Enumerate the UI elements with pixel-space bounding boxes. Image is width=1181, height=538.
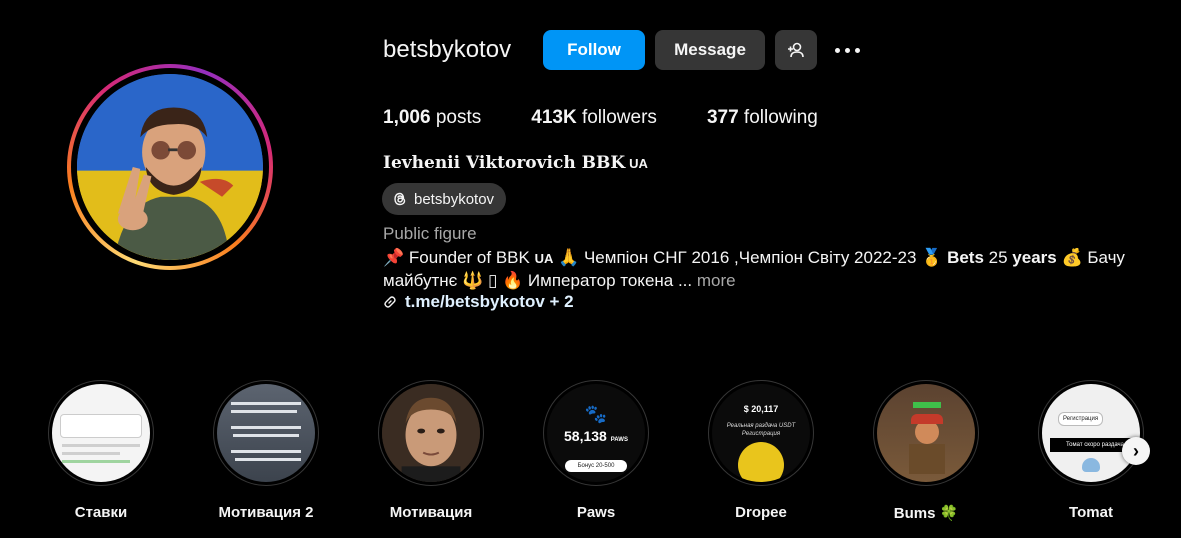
highlight-label: Paws [576, 504, 616, 521]
highlight-cover-image [217, 384, 315, 482]
link-icon [384, 296, 396, 308]
dropee-amount-value: 20,117 [751, 404, 779, 414]
highlight-cover-image [877, 384, 975, 482]
add-user-icon [788, 42, 804, 58]
paws-amount: 58,138 PAWS [547, 428, 645, 444]
more-options-icon-dot [834, 47, 840, 53]
highlight-cover[interactable] [873, 380, 979, 486]
highlight-cover[interactable] [378, 380, 484, 486]
dropee-amount: $ 20,117 [743, 404, 779, 414]
bio-bold-text: years [1012, 248, 1057, 267]
highlight-item[interactable]: 🐾 58,138 PAWS Бонус 20-500 Paws [531, 380, 661, 521]
highlight-cover[interactable]: $ 20,117 Реальная раздача USDT Регистрац… [708, 380, 814, 486]
threads-handle: betsbykotov [414, 190, 495, 208]
paws-unit: PAWS [610, 437, 628, 443]
highlight-label: Dropee [735, 504, 787, 521]
highlight-cover[interactable] [48, 380, 154, 486]
screenshot-line [62, 452, 120, 455]
following-label: following [743, 107, 818, 128]
highlight-cover-image [382, 384, 480, 482]
paws-bonus-badge: Бонус 20-500 [565, 460, 627, 472]
avatar-gap [71, 68, 269, 266]
highlight-cover-image: $ 20,117 Реальная раздача USDT Регистрац… [712, 384, 810, 482]
ua-flag-label: UA [629, 156, 648, 171]
threads-icon [394, 192, 406, 206]
bio-more-link[interactable]: more [692, 271, 736, 290]
followers-stat[interactable]: 413K followers [531, 107, 657, 129]
screenshot-line [231, 410, 297, 413]
full-name-text: Ievhenii Viktorovich BBK [383, 153, 626, 173]
bums-character-hat [911, 414, 943, 424]
screenshot-line [231, 450, 301, 453]
following-count: 377 [706, 107, 739, 128]
highlight-cover[interactable] [213, 380, 319, 486]
profile-external-link[interactable]: t.me/betsbykotov + 2 [383, 292, 574, 312]
highlight-cover[interactable]: 🐾 58,138 PAWS Бонус 20-500 [543, 380, 649, 486]
paw-icon: 🐾 [584, 404, 608, 424]
posts-label: posts [435, 107, 482, 128]
highlights-next-button[interactable]: › [1122, 437, 1150, 465]
link-text: t.me/betsbykotov + 2 [405, 292, 574, 311]
suggested-users-button[interactable] [775, 30, 817, 70]
highlight-cover-image: 🐾 58,138 PAWS Бонус 20-500 [547, 384, 645, 482]
highlight-cover-image: Регистрация Томат скоро раздача [1042, 384, 1140, 482]
screenshot-line [62, 460, 130, 463]
highlight-label: Tomat [1069, 504, 1113, 521]
avatar-illustration [77, 74, 263, 260]
bio-flag: UA [534, 251, 554, 266]
bums-status-bar [913, 402, 941, 408]
follow-button[interactable]: Follow [543, 30, 645, 70]
highlight-item[interactable]: Мотивация [366, 380, 496, 521]
chevron-right-icon: › [1133, 440, 1139, 461]
screenshot-line [235, 458, 301, 461]
followers-count: 413K [531, 107, 577, 128]
more-options-button[interactable] [830, 36, 864, 64]
bio-text: 🙏 Чемпіон СНГ 2016 ,Чемпіон Світу 2022-2… [553, 248, 948, 267]
screenshot-line [231, 426, 301, 429]
threads-link-chip[interactable]: betsbykotov [382, 183, 507, 215]
highlight-cover[interactable]: Регистрация Томат скоро раздача [1038, 380, 1144, 486]
screenshot-line [233, 434, 299, 437]
tomat-register-chip: Регистрация [1058, 412, 1104, 426]
tomat-ufo [1082, 458, 1100, 472]
highlight-item[interactable]: Bums 🍀 [861, 380, 991, 522]
more-options-icon-dot [854, 47, 860, 53]
highlight-label: Мотивация [389, 504, 473, 521]
profile-full-name: Ievhenii Viktorovich BBK UA [383, 153, 648, 173]
avatar [77, 74, 263, 260]
highlight-label: Мотивация 2 [218, 504, 314, 521]
highlight-label: Ставки [74, 504, 128, 521]
paws-count: 58,138 [564, 428, 607, 444]
message-button[interactable]: Message [655, 30, 765, 70]
followers-label: followers [581, 107, 657, 128]
screenshot-line [62, 444, 140, 447]
portrait-illustration [382, 384, 480, 482]
highlight-label: Bums 🍀 [893, 505, 959, 522]
profile-avatar-ring[interactable] [67, 64, 273, 270]
bums-character-body [909, 444, 945, 474]
highlight-item[interactable]: Ставки [36, 380, 166, 521]
dropee-caption: Реальная раздача USDT Регистрация [726, 423, 796, 437]
more-options-icon-dot [844, 47, 850, 53]
highlight-item[interactable]: Мотивация 2 [201, 380, 331, 521]
bio-bold-text: Bets [947, 248, 984, 267]
screenshot-line [231, 402, 301, 405]
following-stat[interactable]: 377 following [707, 107, 818, 129]
highlight-cover-image [52, 384, 150, 482]
screenshot-note [60, 414, 142, 438]
profile-stats: 1,006 posts 413K followers 377 following [383, 107, 868, 129]
highlight-item[interactable]: $ 20,117 Реальная раздача USDT Регистрац… [696, 380, 826, 521]
pin-emoji: 📌 [383, 248, 405, 267]
profile-category: Public figure [383, 224, 477, 243]
posts-stat: 1,006 posts [383, 107, 481, 129]
profile-username: betsbykotov [383, 36, 512, 63]
bio-text: 25 [983, 248, 1013, 267]
posts-count: 1,006 [383, 107, 431, 128]
dropee-mascot [738, 442, 784, 482]
profile-bio: 📌 Founder of BBK UA 🙏 Чемпіон СНГ 2016 ,… [383, 247, 1153, 292]
bio-text: Founder of BBK [404, 248, 535, 267]
